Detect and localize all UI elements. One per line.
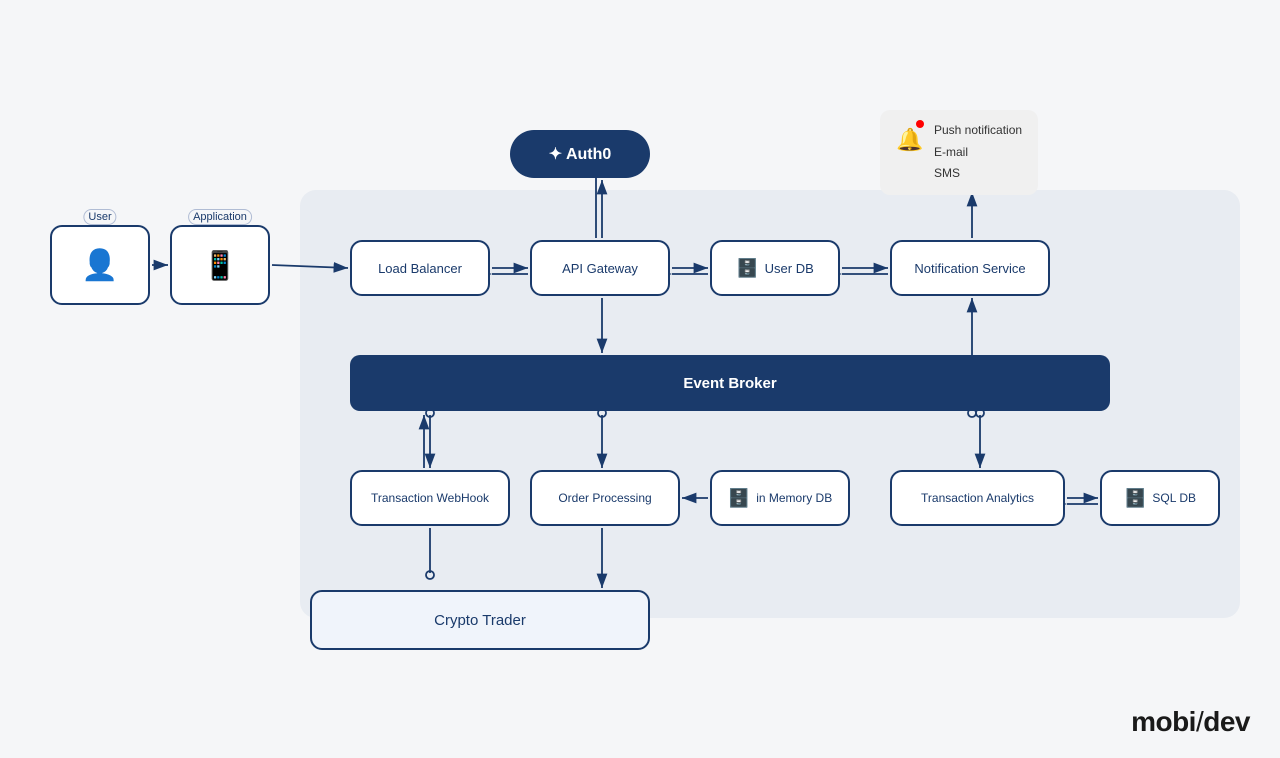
user-label: User <box>83 209 116 225</box>
in-memory-db-node: 🗄️ in Memory DB <box>710 470 850 526</box>
transaction-analytics-node: Transaction Analytics <box>890 470 1065 526</box>
user-db-label: User DB <box>765 261 814 276</box>
logo-dev: dev <box>1203 706 1250 737</box>
user-db-node: 🗄️ User DB <box>710 240 840 296</box>
db-icon-sql: 🗄️ <box>1124 488 1146 509</box>
user-node: User 👤 <box>50 225 150 305</box>
crypto-trader-label: Crypto Trader <box>434 612 526 629</box>
load-balancer-node: Load Balancer <box>350 240 490 296</box>
mobidev-logo: mobi/dev <box>1131 706 1250 738</box>
notif-line1: Push notification <box>934 120 1022 142</box>
notif-line3: SMS <box>934 163 1022 185</box>
notification-service-node: Notification Service <box>890 240 1050 296</box>
sql-db-label: SQL DB <box>1152 491 1196 505</box>
transaction-analytics-label: Transaction Analytics <box>921 491 1034 505</box>
db-icon-user: 🗄️ <box>736 258 758 279</box>
application-label: Application <box>188 209 252 225</box>
user-icon: 👤 <box>81 248 118 283</box>
order-processing-label: Order Processing <box>558 491 651 505</box>
auth0-node: ✦ Auth0 <box>510 130 650 178</box>
notif-line2: E-mail <box>934 142 1022 164</box>
transaction-webhook-node: Transaction WebHook <box>350 470 510 526</box>
api-gateway-node: API Gateway <box>530 240 670 296</box>
load-balancer-label: Load Balancer <box>378 261 462 276</box>
event-broker-node: Event Broker <box>350 355 1110 411</box>
crypto-trader-node: Crypto Trader <box>310 590 650 650</box>
bell-icon: 🔔 <box>896 127 923 152</box>
sql-db-node: 🗄️ SQL DB <box>1100 470 1220 526</box>
transaction-webhook-label: Transaction WebHook <box>371 491 489 505</box>
db-icon-mem: 🗄️ <box>728 488 750 509</box>
order-processing-node: Order Processing <box>530 470 680 526</box>
api-gateway-label: API Gateway <box>562 261 638 276</box>
application-node: Application 📱 <box>170 225 270 305</box>
auth0-label: ✦ Auth0 <box>549 144 612 164</box>
notification-service-label: Notification Service <box>914 261 1025 276</box>
notification-tooltip: 🔔 Push notification E-mail SMS <box>880 110 1038 195</box>
phone-icon: 📱 <box>203 249 238 282</box>
in-memory-db-label: in Memory DB <box>756 491 832 505</box>
event-broker-label: Event Broker <box>683 375 776 392</box>
logo-mobi: mobi <box>1131 706 1196 737</box>
diagram-container: ✦ Auth0 🔔 Push notification E-mail SMS U… <box>20 30 1260 698</box>
